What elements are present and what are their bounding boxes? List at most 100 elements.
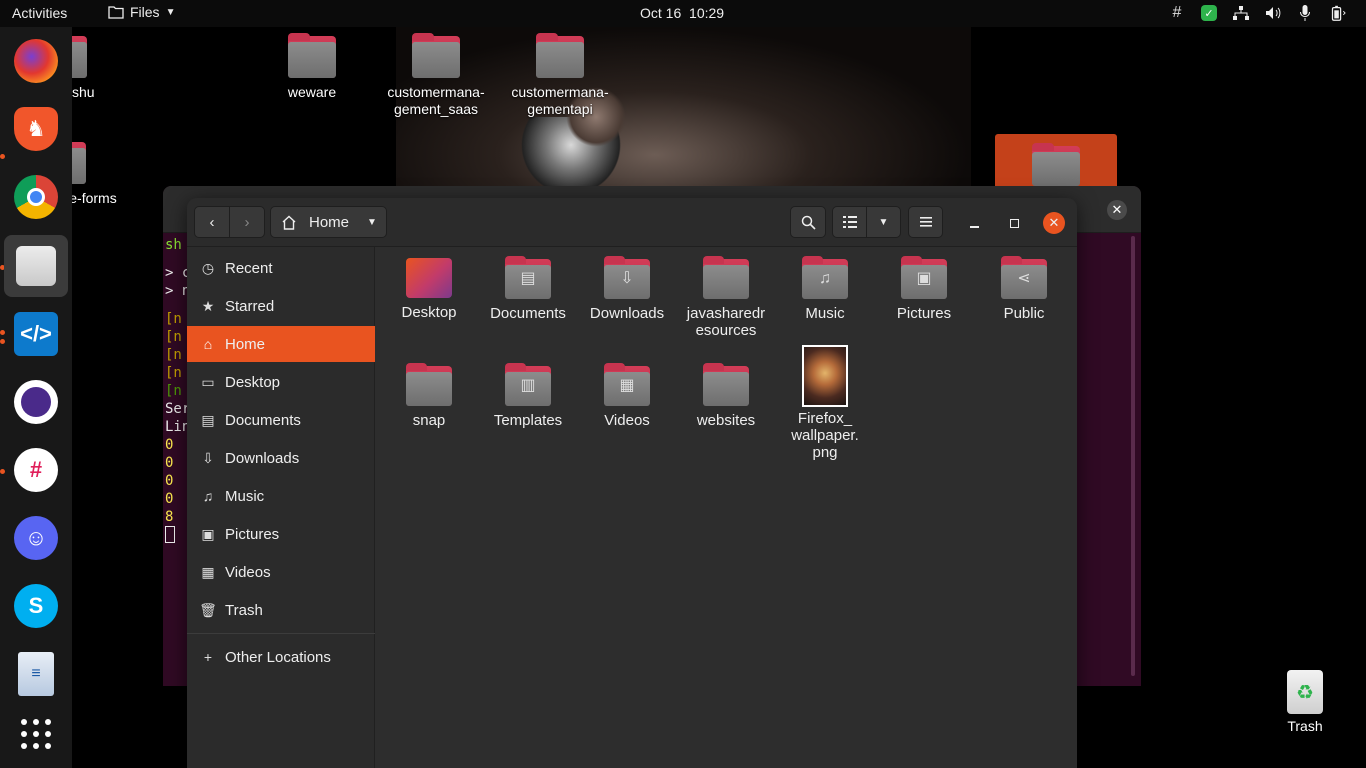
file-item-downloads[interactable]: ⇩ Downloads [577,247,677,322]
maximize-button[interactable] [1003,212,1025,234]
forward-button[interactable]: › [229,206,265,238]
file-item-pictures[interactable]: ▣ Pictures [874,247,974,322]
app-menu-button[interactable]: Files ▼ [108,4,175,20]
desktop-folder-selected[interactable] [995,134,1117,186]
file-item-desktop[interactable]: Desktop [379,247,479,321]
file-item-websites[interactable]: websites [676,354,776,429]
clock-date: Oct 16 [640,5,682,21]
file-item-label: Documents [490,305,566,322]
file-item-documents[interactable]: ▤ Documents [478,247,578,322]
file-item-public[interactable]: ⋖ Public [974,247,1074,322]
network-icon[interactable] [1232,4,1250,22]
back-button[interactable]: ‹ [194,206,230,238]
music-icon: ♫ [202,488,214,504]
folder-templates-icon: ▥ [505,363,551,406]
folder-icon [1032,143,1080,186]
file-grid[interactable]: Desktop ▤ Documents ⇩ Downloads javashar… [376,247,1077,768]
desktop-trash[interactable]: ♻ Trash [1270,670,1340,734]
sidebar-item-documents[interactable]: ▤ Documents [187,402,375,438]
brave-icon: ♞ [14,107,58,151]
dock-files[interactable] [4,235,68,297]
desktop-icon-label: customermana-gementapi [511,84,609,117]
dock-vscode[interactable]: </> [4,303,68,365]
terminal-close-button[interactable]: ✕ [1107,200,1127,220]
dock-slack[interactable]: # [4,439,68,501]
dock-show-apps[interactable] [4,703,68,765]
sidebar-item-label: Music [225,487,265,505]
app-grid-icon [21,719,51,749]
file-item-label: Desktop [401,304,457,321]
desktop-icon: ▭ [201,373,215,390]
sidebar-item-home[interactable]: ⌂ Home [187,326,375,362]
minimize-button[interactable] [963,212,985,234]
terminal-cursor [165,526,175,543]
sidebar-item-label: Desktop [225,373,281,391]
places-sidebar: ◷ Recent ★ Starred ⌂ Home ▭ Desktop ▤ Do… [187,247,375,768]
system-tray[interactable]: # ✓ [1168,4,1346,22]
dock-chrome[interactable] [4,166,68,228]
chevron-down-icon: ▼ [878,216,889,228]
firefox-icon [14,39,58,83]
chrome-icon [14,175,58,219]
file-item-snap[interactable]: snap [379,354,479,429]
file-item-label: Public [1003,305,1045,322]
image-thumbnail [802,345,848,407]
sidebar-item-label: Documents [225,411,301,429]
vscode-icon: </> [14,312,58,356]
files-window[interactable]: ‹ › Home ▼ ▼ ✕ ◷ Recent ★ Starred ⌂ Home… [187,198,1077,768]
home-icon [282,215,296,230]
dock-skype[interactable]: S [4,575,68,637]
sidebar-item-music[interactable]: ♫ Music [187,478,375,514]
file-item-label: Firefox_ wallpaper. png [791,410,859,461]
shield-tray-icon[interactable]: ✓ [1200,4,1218,22]
sidebar-item-downloads[interactable]: ⇩ Downloads [187,440,375,476]
slack-tray-icon[interactable]: # [1168,4,1186,22]
desktop-folder-weware[interactable]: weware [262,33,362,101]
folder-icon [703,256,749,299]
clock-time: 10:29 [689,5,725,21]
sidebar-item-label: Videos [225,563,271,581]
file-item-templates[interactable]: ▥ Templates [478,354,578,429]
path-label: Home [309,213,350,231]
sidebar-item-label: Downloads [225,449,300,467]
dock-discord[interactable]: ☺ [4,507,68,569]
clock[interactable]: Oct 16 10:29 [640,5,724,21]
home-icon: ⌂ [203,336,213,352]
file-item-videos[interactable]: ▦ Videos [577,354,677,429]
microphone-icon[interactable] [1296,4,1314,22]
sidebar-item-trash[interactable]: 🗑 Trash [187,592,375,628]
terminal-scrollbar[interactable] [1131,236,1135,676]
view-options-button[interactable]: ▼ [866,206,901,238]
sidebar-item-other-locations[interactable]: + Other Locations [187,639,375,675]
view-list-button[interactable] [832,206,867,238]
activities-button[interactable]: Activities [12,5,67,21]
desktop-icon-label: weware [287,84,337,100]
file-item-music[interactable]: ♫ Music [775,247,875,322]
sidebar-item-pictures[interactable]: ▣ Pictures [187,516,375,552]
desktop-folder-customermanagementapi[interactable]: customermana-gementapi [505,33,615,118]
dock-writer[interactable]: ≡ [4,643,68,705]
path-bar-home[interactable]: Home ▼ [270,206,387,238]
picture-icon: ▣ [201,525,215,542]
battery-icon[interactable] [1328,4,1346,22]
dock-brave[interactable]: ♞ [4,98,68,160]
file-item-javasharedresources[interactable]: javasharedr esources [676,247,776,339]
dock-firefox[interactable] [4,30,68,92]
sidebar-item-starred[interactable]: ★ Starred [187,288,375,324]
folder-share-icon: ⋖ [1001,256,1047,299]
folder-documents-icon: ▤ [505,256,551,299]
desktop-icon-label: customermana-gement_saas [387,84,485,117]
menu-button[interactable] [908,206,943,238]
search-button[interactable] [790,206,826,238]
sidebar-item-recent[interactable]: ◷ Recent [187,250,375,286]
sidebar-item-videos[interactable]: ▦ Videos [187,554,375,590]
file-item-firefox-wallpaper[interactable]: Firefox_ wallpaper. png [775,345,875,461]
folder-icon [536,33,584,78]
files-headerbar[interactable]: ‹ › Home ▼ ▼ ✕ [187,198,1077,247]
skype-icon: S [14,584,58,628]
dock-tor[interactable] [4,371,68,433]
close-button[interactable]: ✕ [1043,212,1065,234]
volume-icon[interactable] [1264,4,1282,22]
desktop-folder-customermanagement-saas[interactable]: customermana-gement_saas [381,33,491,118]
sidebar-item-desktop[interactable]: ▭ Desktop [187,364,375,400]
